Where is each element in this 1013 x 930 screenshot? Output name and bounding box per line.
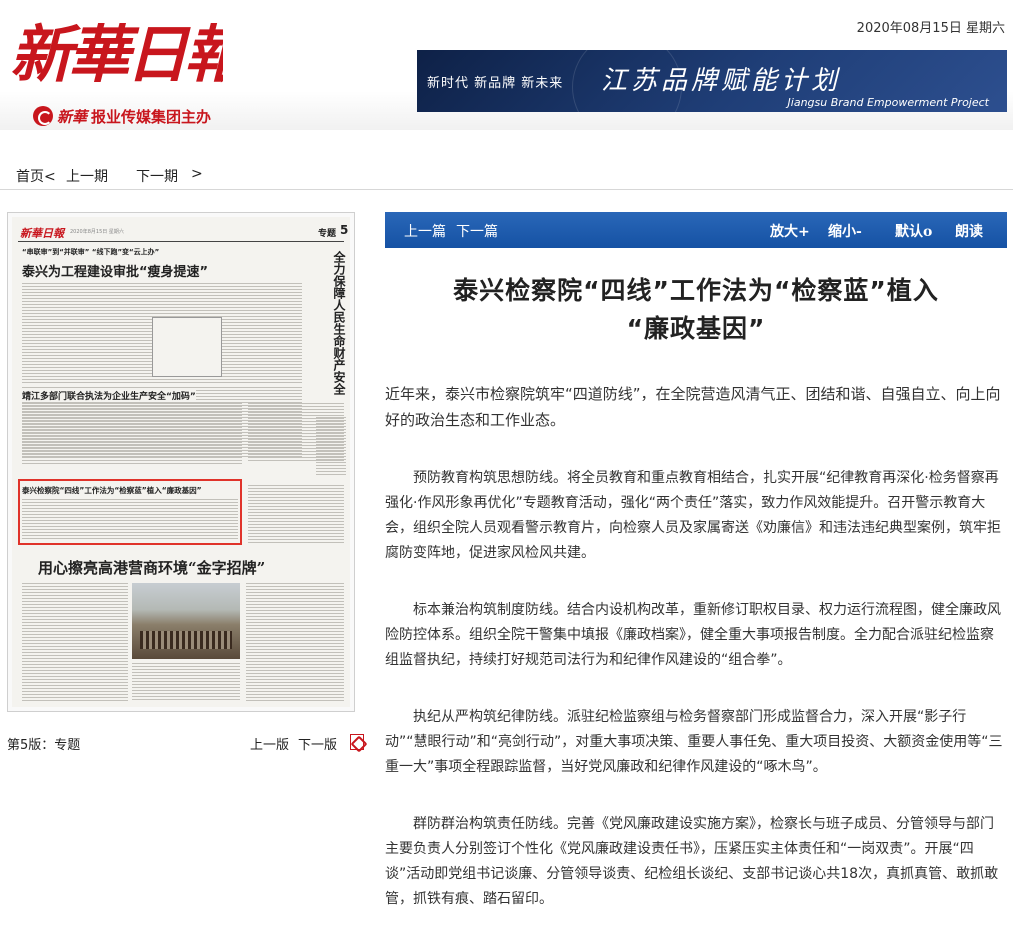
date-text: 2020年08月15日 [856, 21, 962, 36]
xinhua-daily-logo[interactable]: 新華日報 [8, 4, 223, 96]
article-title-line1: 泰兴检察院“四线”工作法为“检察蓝”植入 [453, 276, 939, 305]
next-issue-link[interactable]: 下一期 [136, 166, 178, 186]
thumb-text-block [22, 403, 242, 465]
zoom-in-button[interactable]: 放大+ [770, 221, 810, 241]
xinhua-emblem-icon [33, 106, 53, 126]
pdf-icon[interactable] [350, 734, 364, 750]
site-header: 新華日報 新華 报业传媒集团主办 2020年08月15日 星期六 新时代 新品牌… [0, 0, 1013, 130]
thumb-vertical-headline[interactable]: 全力保障人民生命财产安全 [320, 251, 346, 395]
logo-text: 新華日報 [10, 18, 223, 91]
prev-article-link[interactable]: 上一篇 [404, 221, 446, 241]
article-paragraph: 预防教育构筑思想防线。将全员教育和重点教育相结合，扎实开展“纪律教育再深化·检务… [385, 470, 1001, 561]
home-link[interactable]: 首页< [16, 166, 56, 186]
next-page-link[interactable]: 下一版 [298, 734, 337, 753]
prev-issue-link[interactable]: 上一期 [66, 166, 108, 186]
banner-title: 江苏品牌赋能计划 [601, 66, 842, 96]
article-body: 近年来，泰兴市检察院筑牢“四道防线”，在全院营造风清气正、团结和谐、自强自立、向… [385, 381, 1007, 930]
weekday-text: 星期六 [965, 21, 1005, 36]
zoom-out-button[interactable]: 缩小- [828, 221, 862, 241]
issue-nav: 首页< 上一期 下一期 > [0, 160, 1013, 190]
thumb-headline-kicker: “串联审”到“并联审” “线下跑”变“云上办” [22, 248, 160, 256]
thumb-headline-gaogang[interactable]: 用心擦亮高港营商环境“金字招牌” [38, 557, 265, 578]
read-aloud-button[interactable]: 朗读 [955, 221, 983, 241]
article-paragraph: 群防群治构筑责任防线。完善《党风廉政建设实施方案》，检察长与班子成员、分管领导与… [385, 816, 999, 907]
article-paragraph: 执纪从严构筑纪律防线。派驻纪检监察组与检务督察部门形成监督合力，深入开展“影子行… [385, 709, 1003, 775]
publisher-brand: 新華 [57, 107, 88, 126]
prev-page-link[interactable]: 上一版 [250, 734, 289, 753]
article-lead: 近年来，泰兴市检察院筑牢“四道防线”，在全院营造风清气正、团结和谐、自强自立、向… [385, 385, 1001, 429]
thumb-headline-jingjiang[interactable]: 靖江多部门联合执法为企业生产安全“加码” [22, 389, 196, 402]
thumb-flowchart [152, 317, 222, 377]
thumb-text-block [248, 485, 344, 545]
thumb-page-no: 5 [340, 223, 349, 237]
article-title: 泰兴检察院“四线”工作法为“检察蓝”植入 “廉政基因” [385, 272, 1007, 348]
chevron-right-icon: > [191, 166, 203, 182]
banner-subtitle: Jiangsu Brand Empowerment Project [787, 96, 989, 109]
page-thumbnail[interactable]: 新華日報 2020年8月15日 星期六 专题 5 “串联审”到“并联审” “线下… [12, 217, 350, 707]
thumb-text-block [246, 583, 344, 701]
issue-date: 2020年08月15日 星期六 [857, 17, 1005, 36]
page-label: 第5版：专题 [7, 738, 81, 753]
thumb-text-block [132, 663, 240, 701]
thumb-headline-approval[interactable]: 泰兴为工程建设审批“瘦身提速” [22, 261, 208, 280]
thumb-info-text: 2020年8月15日 星期六 [70, 229, 124, 235]
selected-article-highlight[interactable] [18, 479, 242, 545]
thumb-photo [132, 583, 240, 659]
publisher-line: 新華 报业传媒集团主办 [33, 104, 211, 128]
banner-slogan: 新时代 新品牌 新未来 [427, 76, 564, 91]
publisher-text: 报业传媒集团主办 [91, 107, 212, 126]
thumb-text-block [22, 583, 128, 701]
thumb-rule [18, 241, 344, 242]
article-title-line2: “廉政基因” [626, 314, 766, 343]
thumb-masthead: 新華日報 [20, 227, 64, 240]
thumb-section: 专题 [318, 229, 337, 239]
article-toolbar: 上一篇 下一篇 放大+ 缩小- 默认o 朗读 [385, 212, 1007, 248]
page-pager: 第5版：专题 上一版 下一版 [7, 734, 367, 754]
page-thumbnail-frame: 新華日報 2020年8月15日 星期六 专题 5 “串联审”到“并联审” “线下… [7, 212, 355, 712]
article-paragraph: 标本兼治构筑制度防线。结合内设机构改革，重新修订职权目录、权力运行流程图，健全廉… [385, 602, 1001, 668]
thumb-text-block [248, 403, 344, 463]
next-article-link[interactable]: 下一篇 [456, 221, 498, 241]
reset-size-button[interactable]: 默认o [895, 221, 932, 241]
brand-banner[interactable]: 新时代 新品牌 新未来 江苏品牌赋能计划 Jiangsu Brand Empow… [417, 50, 1007, 112]
